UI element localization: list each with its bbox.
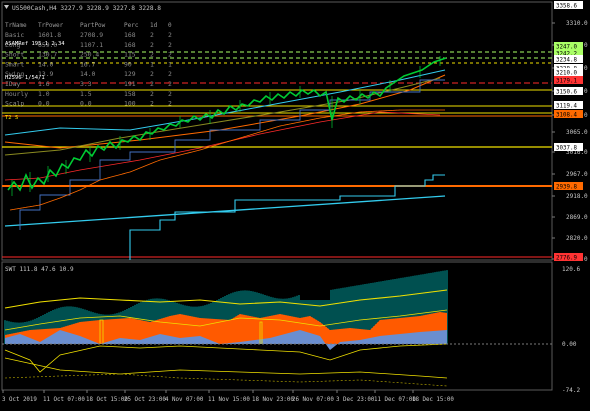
- table-cell: Short: [5, 51, 24, 59]
- table-cell: 2: [168, 51, 172, 59]
- table-cell: 90: [124, 60, 132, 68]
- table-cell: 2: [150, 41, 154, 49]
- table-cell: 1601.8: [38, 31, 61, 39]
- table-cell: 168: [124, 41, 136, 49]
- time-axis-label: 11 Dec 07:00: [374, 397, 416, 403]
- time-axis-label: 25 Oct 23:00: [124, 397, 166, 403]
- table-cell: IDay: [5, 80, 21, 88]
- table-cell: 1.0: [38, 90, 50, 98]
- time-axis-label: 3 Oct 2019: [2, 397, 37, 403]
- time-axis-label: 4 Nov 07:00: [165, 397, 204, 403]
- price-axis-label: 2967.0: [566, 171, 588, 178]
- table-header: PartPow: [80, 22, 106, 29]
- table-cell: 1: [168, 60, 172, 68]
- table-cell: 2: [168, 100, 172, 108]
- table-cell: 2: [168, 31, 172, 39]
- trading-chart[interactable]: US500Cash,H4 3227.9 3228.9 3227.8 3228.8: [0, 0, 590, 407]
- table-cell: 250.4: [80, 51, 99, 59]
- time-axis-label: 26 Nov 07:00: [292, 397, 334, 403]
- swt-axis: 120.6 0.00 -74.2: [562, 266, 580, 394]
- table-cell: 1.5: [80, 90, 92, 98]
- table-header: Perc: [124, 22, 139, 29]
- table-cell: 100: [124, 100, 136, 108]
- table-cell: 0.0: [80, 100, 92, 108]
- swt-axis-label: 120.6: [562, 266, 580, 273]
- time-axis-label: 18 Nov 23:00: [252, 397, 294, 403]
- time-axis-label: 18 Dec 15:00: [412, 397, 454, 403]
- table-cell: Scalp: [5, 100, 24, 108]
- table-cell: 2: [150, 70, 154, 78]
- price-tag-label: 3037.8: [556, 146, 577, 152]
- price-tag-label: 3119.4: [556, 104, 577, 110]
- table-header: 1d: [150, 22, 158, 29]
- table-cell: 2: [150, 31, 154, 39]
- table-header: 0: [168, 22, 172, 29]
- table-cell: Smart: [5, 60, 24, 68]
- overlay-label-h: H2596 1/54/1: [5, 75, 45, 81]
- table-cell: 2: [168, 90, 172, 98]
- price-axis-label: 2869.0: [566, 214, 588, 221]
- table-cell: 0.0: [38, 100, 50, 108]
- table-header: TrPower: [38, 22, 64, 29]
- time-axis-label: 18 Oct 15:00: [86, 397, 128, 403]
- table-cell: 2: [168, 41, 172, 49]
- table-cell: 1.6: [38, 80, 50, 88]
- table-cell: 2708.9: [80, 31, 103, 39]
- chart-title: US500Cash,H4 3227.9 3228.9 3227.8 3228.8: [12, 5, 161, 12]
- table-cell: 191: [124, 80, 136, 88]
- time-axis-label: 3 Dec 23:00: [336, 397, 375, 403]
- price-axis-label: 3310.0: [566, 20, 588, 27]
- table-cell: 129: [124, 70, 136, 78]
- time-axis: 3 Oct 2019 11 Oct 07:00 18 Oct 15:0025 Oct…: [2, 390, 454, 403]
- price-axis-label: 2918.0: [566, 193, 588, 200]
- price-tag-label: 3234.8: [556, 58, 577, 64]
- table-cell: 2: [150, 51, 154, 59]
- table-cell: 2: [150, 100, 154, 108]
- price-tag-label: 3150.6: [556, 90, 577, 96]
- table-cell: 3.3: [80, 80, 92, 88]
- price-axis-label: 2820.0: [566, 235, 588, 242]
- table-cell: 1107.1: [80, 41, 103, 49]
- price-tag-label: 3179.1: [556, 79, 577, 85]
- price-tag-label: 3358.6: [556, 4, 577, 10]
- price-tag-label: 2776.9: [556, 256, 577, 262]
- table-cell: 2: [150, 80, 154, 88]
- swt-axis-label: -74.2: [562, 387, 580, 394]
- table-cell: 1: [150, 60, 154, 68]
- time-axis-label: 11 Nov 15:00: [208, 397, 250, 403]
- table-cell: 2: [150, 90, 154, 98]
- price-tag-label: 3108.4: [556, 113, 577, 119]
- table-cell: 14.0: [38, 60, 54, 68]
- table-cell: 168: [124, 31, 136, 39]
- overlay-label-asam: ASAMRef 195.1 2.34: [5, 41, 65, 47]
- table-cell: 14.0: [80, 70, 96, 78]
- price-axis-label: 3065.0: [566, 129, 588, 136]
- table-cell: 130.7: [38, 51, 57, 59]
- table-cell: Basic: [5, 31, 24, 39]
- table-cell: 115: [124, 51, 136, 59]
- table-cell: 2: [168, 80, 172, 88]
- overlay-label-trace: T2 S: [5, 115, 18, 121]
- table-cell: 2: [168, 70, 172, 78]
- table-cell: Hourly: [5, 90, 28, 98]
- time-axis-label: 11 Oct 07:00: [43, 397, 85, 403]
- table-header: TrName: [5, 22, 27, 29]
- price-tag-label: 3210.0: [556, 71, 577, 77]
- table-cell: 16.7: [80, 60, 96, 68]
- swt-label: SWT 111.8 47.6 10.9: [5, 266, 74, 273]
- swt-axis-label: 0.00: [562, 341, 577, 348]
- price-tag-label: 2939.8: [556, 185, 577, 191]
- table-cell: 158: [124, 90, 136, 98]
